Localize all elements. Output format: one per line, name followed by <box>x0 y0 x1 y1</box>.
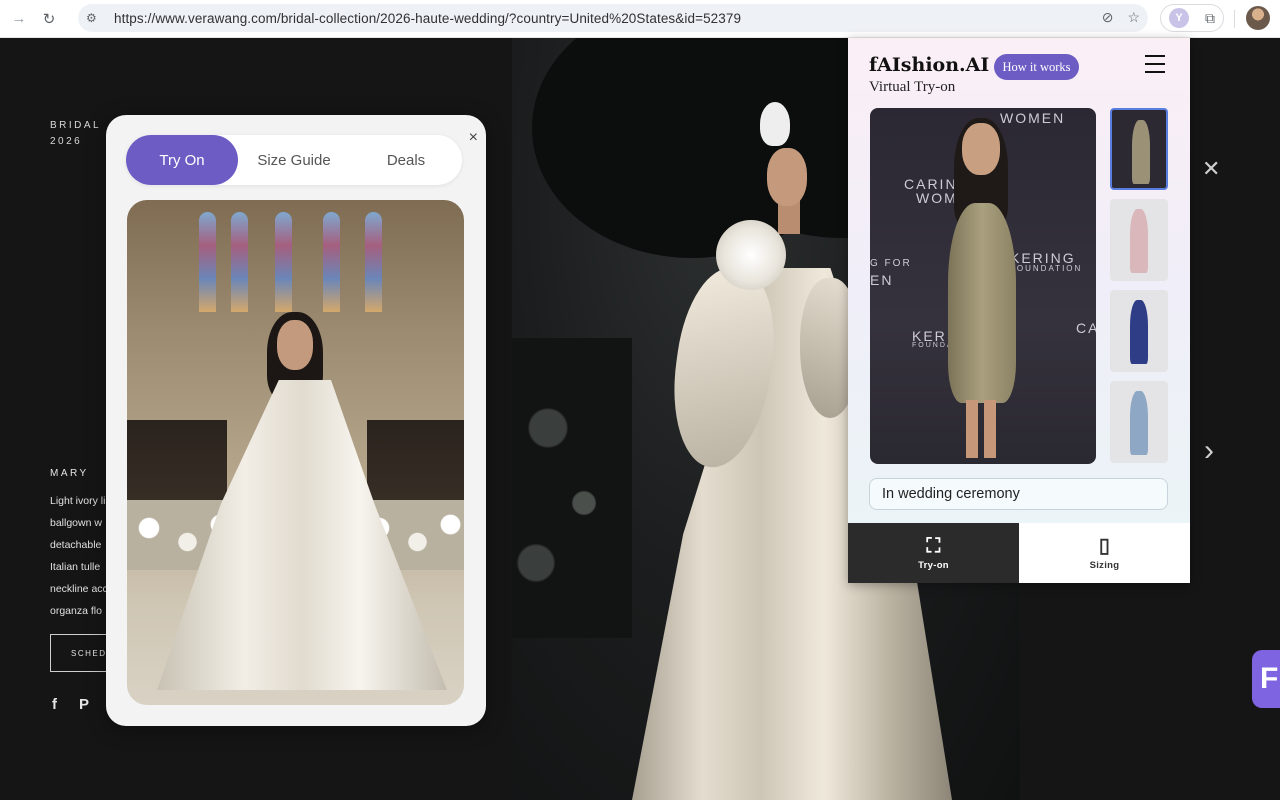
dress-name: MARY <box>50 468 89 479</box>
stained-glass-window <box>275 212 292 312</box>
tab-try-on[interactable]: Try On <box>126 135 238 185</box>
model-head <box>767 148 807 206</box>
model-thumbnail-1[interactable] <box>1110 108 1168 190</box>
garment-icon: ▯ <box>1098 534 1111 557</box>
collection-line-2: 2026 <box>50 136 83 147</box>
rosette-detail <box>716 220 786 290</box>
backdrop-text: G FOR <box>870 258 912 269</box>
model-thumbnail-list <box>1110 108 1168 463</box>
backdrop-text: CA <box>1076 320 1096 336</box>
scene-prompt-input[interactable] <box>869 478 1168 510</box>
address-bar[interactable]: ⚙ https://www.verawang.com/bridal-collec… <box>78 4 1148 32</box>
close-icon[interactable]: ✕ <box>1202 156 1220 182</box>
pinterest-icon[interactable]: P <box>79 696 89 714</box>
flower-bushes <box>512 338 632 638</box>
panel-subtitle: Virtual Try-on <box>869 79 956 95</box>
hamburger-menu-icon[interactable] <box>1145 55 1165 73</box>
collection-label: BRIDAL 2026 <box>50 118 101 150</box>
try-on-result-image <box>127 200 464 705</box>
facebook-icon[interactable]: f <box>52 696 57 714</box>
person-head <box>962 123 1000 175</box>
url-text[interactable]: https://www.verawang.com/bridal-collecti… <box>114 11 741 26</box>
close-icon[interactable]: × <box>469 129 478 147</box>
web-page: BRIDAL 2026 MARY Light ivory li ballgown… <box>0 38 1280 800</box>
tab-size-guide[interactable]: Size Guide <box>238 135 350 185</box>
reload-icon[interactable]: ↻ <box>34 4 64 34</box>
faishion-launcher-button[interactable]: F <box>1252 650 1280 708</box>
how-it-works-button[interactable]: How it works <box>994 54 1079 80</box>
model-thumbnail-3[interactable] <box>1110 290 1168 372</box>
chevron-right-icon[interactable]: › <box>1204 434 1214 468</box>
extension-icon[interactable]: Y <box>1169 8 1189 28</box>
tab-deals[interactable]: Deals <box>350 135 462 185</box>
person-dress <box>948 203 1016 403</box>
shield-off-icon[interactable]: ⊘ <box>1102 9 1114 26</box>
backdrop-text: WOM <box>916 190 958 206</box>
try-on-card: × Try On Size Guide Deals <box>106 115 486 726</box>
backdrop-text: FOUNDATION <box>1010 264 1083 273</box>
bride-head <box>277 320 313 370</box>
panel-title: fAIshion.AI <box>869 54 990 76</box>
person-legs <box>966 400 996 458</box>
profile-avatar[interactable] <box>1246 6 1270 30</box>
extension-group: Y ⧉ <box>1160 4 1224 32</box>
stained-glass-window <box>199 212 216 312</box>
stained-glass-window <box>231 212 248 312</box>
forward-arrow-icon[interactable]: → <box>4 4 34 34</box>
person-scan-icon: ⛶ <box>926 534 941 557</box>
collection-line-1: BRIDAL <box>50 120 102 131</box>
bottom-tab-label: Sizing <box>1089 559 1120 571</box>
backdrop-text: EN <box>870 272 894 288</box>
stained-glass-window <box>365 212 382 312</box>
site-settings-icon[interactable]: ⚙ <box>86 11 108 25</box>
tab-try-on-bottom[interactable]: ⛶ Try-on <box>848 523 1019 583</box>
backdrop-text: WOMEN <box>1000 110 1066 126</box>
browser-toolbar: → ↻ ⚙ https://www.verawang.com/bridal-co… <box>0 0 1280 38</box>
model-thumbnail-4[interactable] <box>1110 381 1168 463</box>
bottom-tab-label: Try-on <box>918 559 949 571</box>
tab-sizing-bottom[interactable]: ▯ Sizing <box>1019 523 1190 583</box>
faishion-panel: fAIshion.AI Virtual Try-on How it works … <box>848 38 1190 583</box>
feather-headpiece <box>760 102 790 146</box>
selected-person-photo: WOMEN CARING WOM KERING FOUNDATION G FOR… <box>870 108 1096 464</box>
bookmark-star-icon[interactable]: ☆ <box>1127 9 1140 26</box>
model-thumbnail-2[interactable] <box>1110 199 1168 281</box>
stained-glass-window <box>323 212 340 312</box>
panel-bottom-tabs: ⛶ Try-on ▯ Sizing <box>848 523 1190 583</box>
toolbar-divider <box>1234 10 1235 28</box>
puzzle-icon[interactable]: ⧉ <box>1205 10 1215 27</box>
try-on-tabs: Try On Size Guide Deals <box>126 135 462 185</box>
